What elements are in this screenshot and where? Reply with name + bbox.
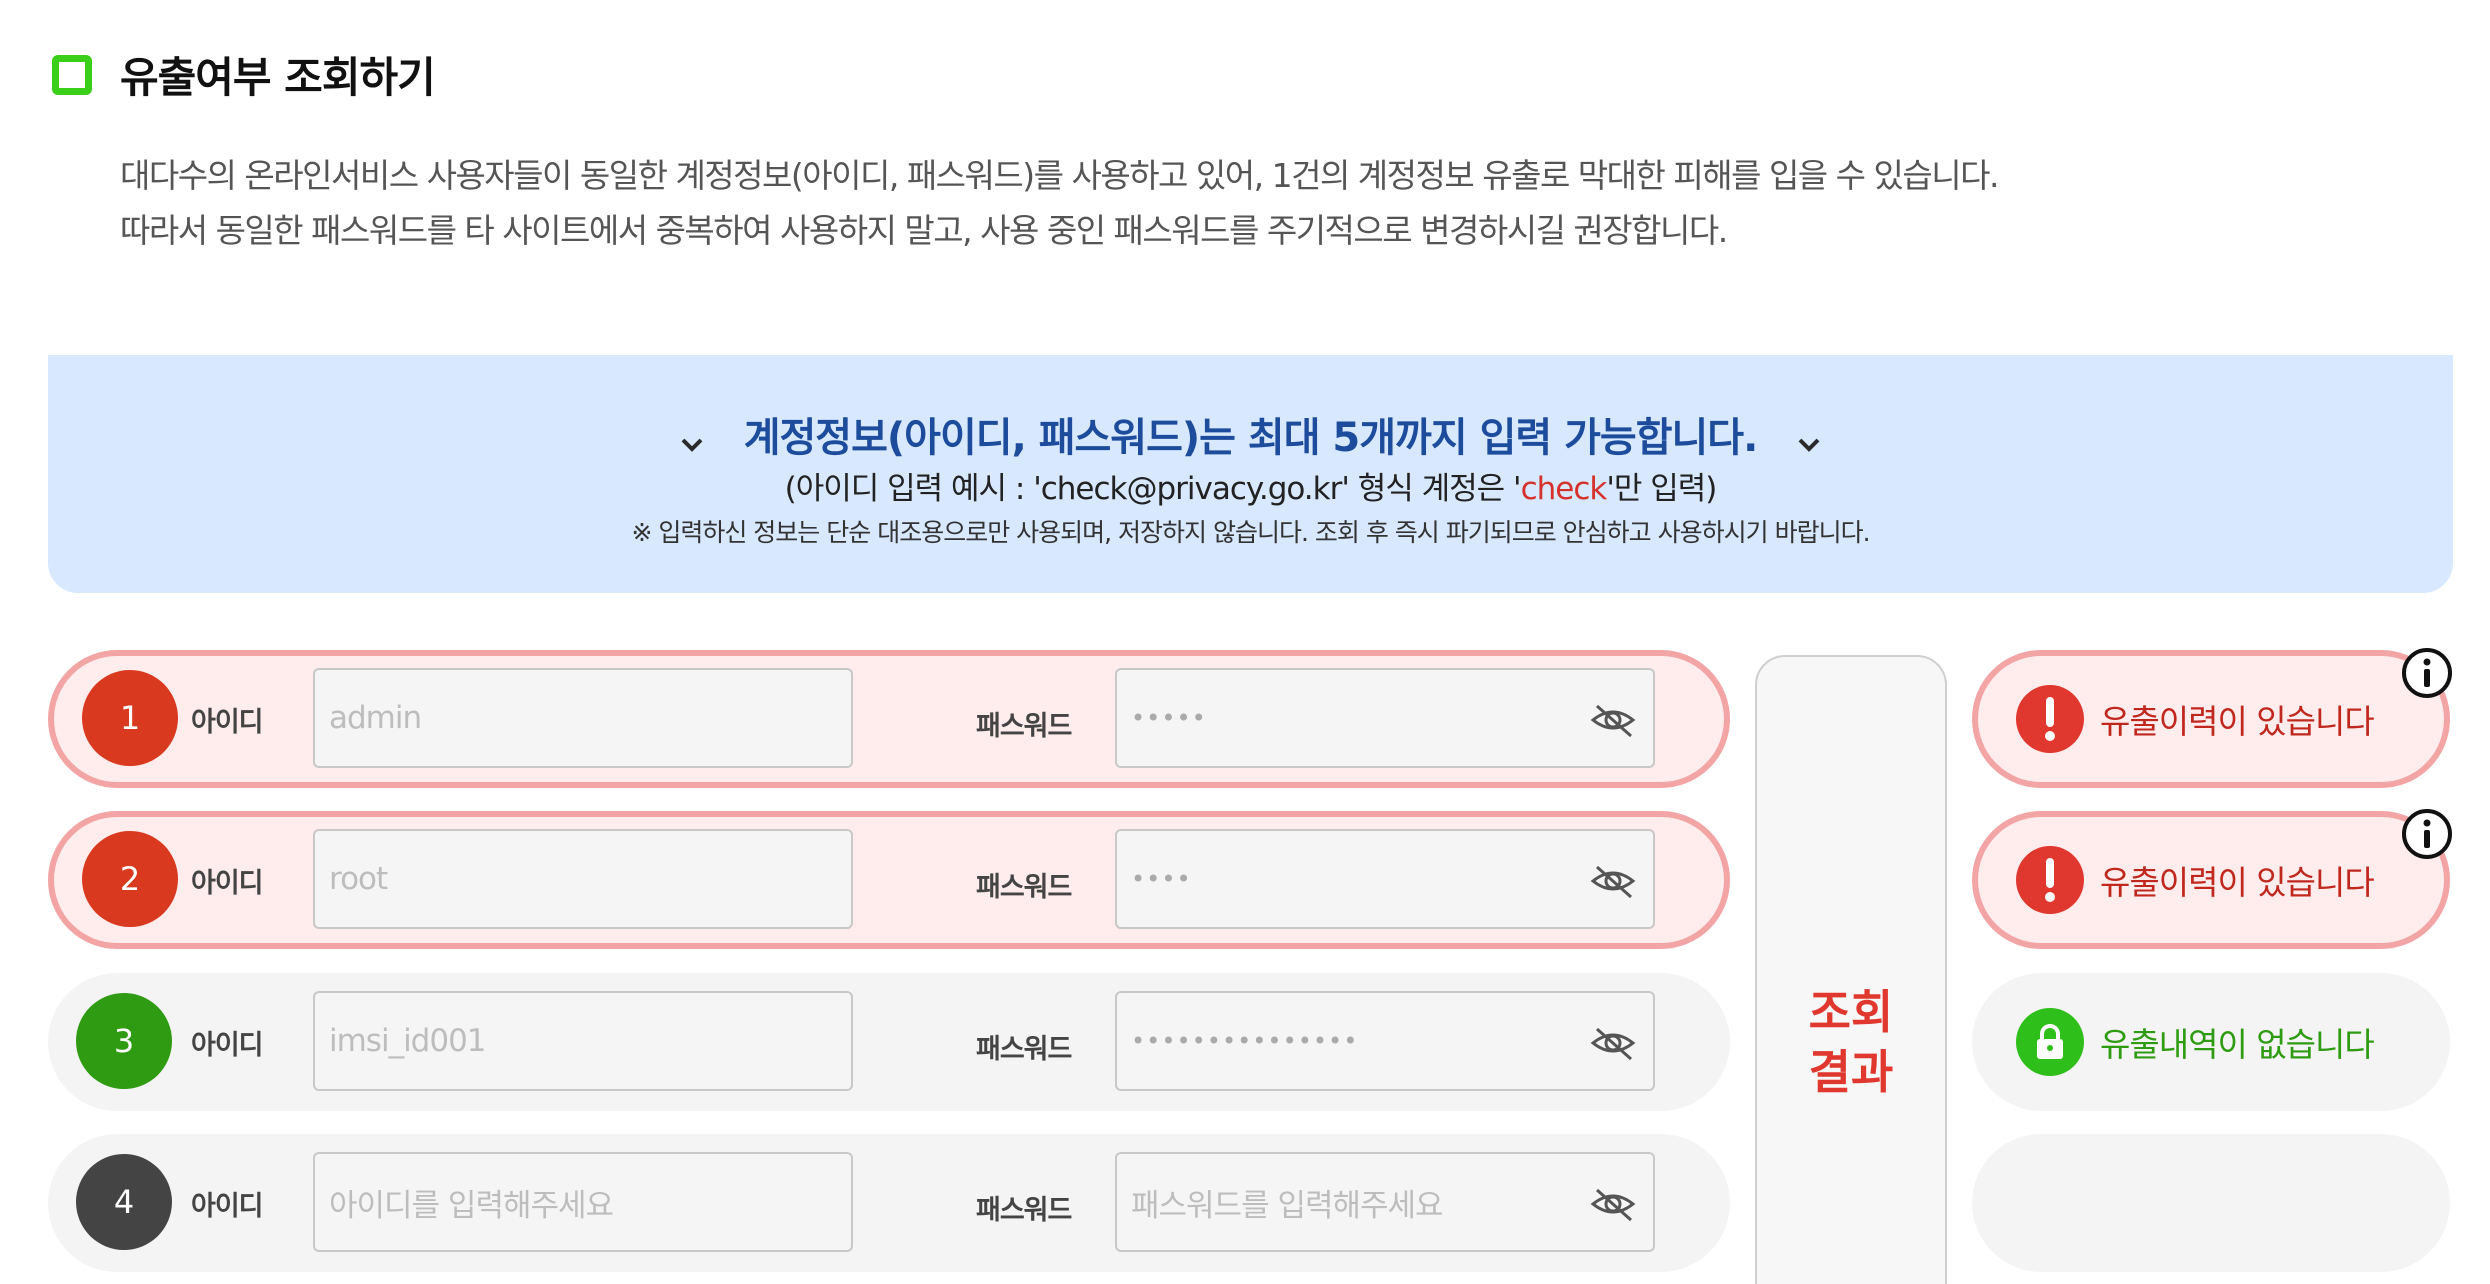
id-input-placeholder: 아이디를 입력해주세요 xyxy=(329,1187,614,1224)
description: 대다수의 온라인서비스 사용자들이 동일한 계정정보(아이디, 패스워드)를 사… xyxy=(120,148,1999,258)
result-badge-4 xyxy=(1972,1134,2450,1272)
row-number-badge: 1 xyxy=(82,670,178,766)
eye-slash-icon[interactable] xyxy=(1589,1023,1637,1063)
password-mask: •••• xyxy=(1131,865,1192,893)
password-input-placeholder: 패스워드를 입력해주세요 xyxy=(1131,1187,1444,1224)
info-circle-icon[interactable] xyxy=(2400,807,2454,861)
password-input[interactable]: ••••••••••••••• xyxy=(1115,991,1655,1091)
id-input[interactable]: imsi_id001 xyxy=(313,991,853,1091)
result-badge-2: 유출이력이 있습니다 xyxy=(1972,809,2452,949)
banner-note: ※ 입력하신 정보는 단순 대조용으로만 사용되며, 저장하지 않습니다. 조회… xyxy=(631,518,1870,547)
result-text: 유출내역이 없습니다 xyxy=(2100,1025,2375,1064)
result-label-line-1: 조회 xyxy=(1808,985,1894,1039)
password-input[interactable]: •••• xyxy=(1115,829,1655,929)
exclamation-circle-icon xyxy=(2016,685,2084,753)
password-label: 패스워드 xyxy=(976,1195,1072,1226)
info-banner: 계정정보(아이디, 패스워드)는 최대 5개까지 입력 가능합니다. (아이디 … xyxy=(48,355,2453,593)
id-input-value: root xyxy=(329,861,388,897)
password-mask: ••••• xyxy=(1131,704,1207,732)
page-title: 유출여부 조회하기 xyxy=(120,53,436,102)
eye-slash-icon[interactable] xyxy=(1589,1184,1637,1224)
password-label: 패스워드 xyxy=(976,872,1072,903)
row-number-badge: 4 xyxy=(76,1154,172,1250)
lock-icon xyxy=(2016,1008,2084,1076)
chevron-down-icon xyxy=(680,418,704,452)
banner-example: (아이디 입력 예시 : 'check@privacy.go.kr' 형식 계정… xyxy=(48,463,2453,508)
result-column: 조회 결과 xyxy=(1755,655,1947,1284)
account-row-3: 3 아이디 imsi_id001 패스워드 ••••••••••••••• xyxy=(48,973,1730,1111)
exclamation-circle-icon xyxy=(2016,846,2084,914)
result-label-line-2: 결과 xyxy=(1808,1045,1894,1099)
description-line-2: 따라서 동일한 패스워드를 타 사이트에서 중복하여 사용하지 말고, 사용 중… xyxy=(120,211,1728,250)
id-label: 아이디 xyxy=(191,707,264,738)
id-input[interactable]: admin xyxy=(313,668,853,768)
id-input[interactable]: root xyxy=(313,829,853,929)
banner-example-suffix: '만 입력) xyxy=(1606,471,1717,507)
banner-heading-row: 계정정보(아이디, 패스워드)는 최대 5개까지 입력 가능합니다. xyxy=(48,405,2453,463)
password-mask: ••••••••••••••• xyxy=(1131,1027,1359,1055)
banner-example-prefix: (아이디 입력 예시 : 'check@privacy.go.kr' 형식 계정… xyxy=(784,471,1522,507)
id-input-value: admin xyxy=(329,700,422,736)
result-badge-3: 유출내역이 없습니다 xyxy=(1972,973,2450,1111)
account-row-2: 2 아이디 root 패스워드 •••• xyxy=(48,811,1730,949)
id-label: 아이디 xyxy=(191,1030,264,1061)
description-line-1: 대다수의 온라인서비스 사용자들이 동일한 계정정보(아이디, 패스워드)를 사… xyxy=(120,156,1999,195)
id-input[interactable]: 아이디를 입력해주세요 xyxy=(313,1152,853,1252)
id-input-value: imsi_id001 xyxy=(329,1023,487,1059)
eye-slash-icon[interactable] xyxy=(1589,861,1637,901)
banner-heading: 계정정보(아이디, 패스워드)는 최대 5개까지 입력 가능합니다. xyxy=(743,415,1759,461)
id-label: 아이디 xyxy=(191,868,264,899)
password-input[interactable]: 패스워드를 입력해주세요 xyxy=(1115,1152,1655,1252)
password-input[interactable]: ••••• xyxy=(1115,668,1655,768)
chevron-down-icon xyxy=(1797,418,1821,452)
id-label: 아이디 xyxy=(191,1191,264,1222)
result-badge-1: 유출이력이 있습니다 xyxy=(1972,648,2452,788)
password-label: 패스워드 xyxy=(976,1034,1072,1065)
account-row-4: 4 아이디 아이디를 입력해주세요 패스워드 패스워드를 입력해주세요 xyxy=(48,1134,1730,1272)
result-text: 유출이력이 있습니다 xyxy=(2100,863,2375,902)
banner-example-highlight: check xyxy=(1520,471,1608,507)
row-number-badge: 3 xyxy=(76,993,172,1089)
account-row-1: 1 아이디 admin 패스워드 ••••• xyxy=(48,650,1730,788)
page-title-wrap: 유출여부 조회하기 xyxy=(52,44,436,105)
info-circle-icon[interactable] xyxy=(2400,646,2454,700)
eye-slash-icon[interactable] xyxy=(1589,700,1637,740)
result-label: 조회 결과 xyxy=(1757,982,1945,1102)
checkbox-square-icon xyxy=(52,54,92,95)
row-number-badge: 2 xyxy=(82,831,178,927)
result-text: 유출이력이 있습니다 xyxy=(2100,702,2375,741)
password-label: 패스워드 xyxy=(976,711,1072,742)
